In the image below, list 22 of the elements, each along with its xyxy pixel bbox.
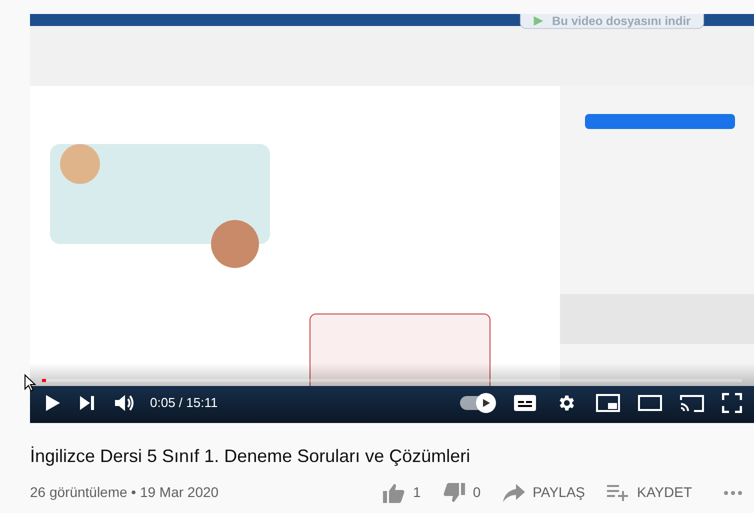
fullscreen-icon[interactable] (722, 393, 742, 413)
video-meta: 26 görüntüleme • 19 Mar 2020 (30, 483, 219, 502)
volume-icon[interactable] (114, 393, 136, 413)
like-button[interactable]: 1 (383, 482, 421, 503)
play-icon (482, 399, 490, 407)
captions-icon[interactable] (514, 395, 536, 411)
more-icon[interactable] (724, 490, 742, 494)
dislike-button[interactable]: 0 (442, 482, 481, 503)
share-arrow-icon (502, 484, 525, 502)
thumbs-down-icon (442, 482, 465, 502)
cast-icon[interactable] (680, 394, 704, 412)
video-title: İngilizce Dersi 5 Sınıf 1. Deneme Soruları ve Çözümleri (30, 445, 472, 468)
next-icon[interactable] (78, 394, 96, 412)
autoplay-toggle[interactable] (460, 396, 494, 410)
cursor-icon (24, 374, 36, 392)
add-to-playlist-icon (607, 484, 630, 500)
thumbs-up-icon (383, 482, 406, 502)
theater-mode-icon[interactable] (638, 395, 662, 411)
miniplayer-icon[interactable] (596, 394, 620, 412)
time-display: 0:05 / 15:11 (150, 394, 218, 412)
save-button[interactable]: KAYDET (607, 482, 692, 503)
share-button[interactable]: PAYLAŞ (502, 482, 586, 503)
